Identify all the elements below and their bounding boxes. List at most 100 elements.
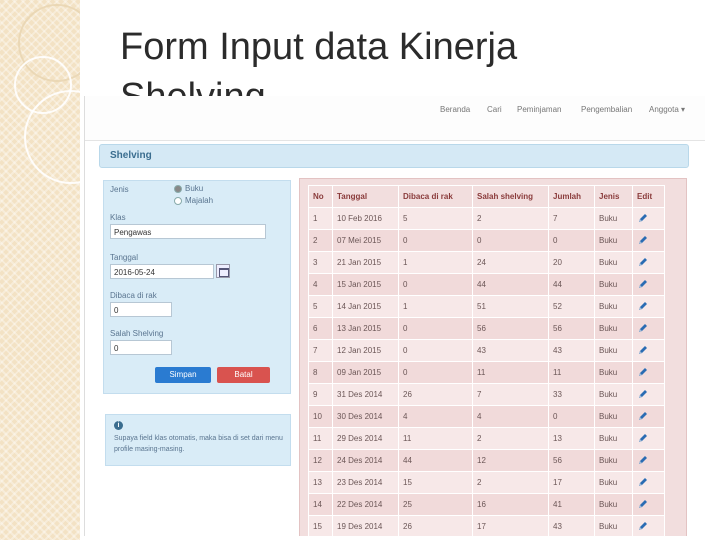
- table-cell: 15: [398, 471, 473, 494]
- table-cell: 9: [308, 383, 333, 406]
- table-cell: 0: [398, 229, 473, 252]
- table-row: 2 07 Mei 2015 0 0 0 Buku: [308, 229, 665, 252]
- edit-icon[interactable]: [637, 366, 649, 378]
- table-cell: 26: [398, 515, 473, 536]
- table-cell: 44: [472, 273, 549, 296]
- nav-cari[interactable]: Cari: [487, 105, 502, 114]
- table-row: 9 31 Des 2014 26 7 33 Buku: [308, 383, 665, 406]
- table-cell: 17: [472, 515, 549, 536]
- table-cell: 09 Jan 2015: [332, 361, 399, 384]
- edit-icon[interactable]: [637, 344, 649, 356]
- table-cell: 2: [472, 471, 549, 494]
- table-header-row: No Tanggal Dibaca di rak Salah shelving Juml…: [308, 185, 665, 208]
- tanggal-input[interactable]: 2016-05-24: [110, 264, 214, 279]
- edit-icon[interactable]: [637, 322, 649, 334]
- edit-icon[interactable]: [637, 410, 649, 422]
- table-cell: 31 Des 2014: [332, 383, 399, 406]
- table-cell: 33: [548, 383, 595, 406]
- edit-cell: [632, 493, 665, 516]
- nav-anggota[interactable]: Anggota ▾: [649, 105, 685, 114]
- table-cell: Buku: [594, 251, 633, 274]
- edit-icon[interactable]: [637, 498, 649, 510]
- table-cell: 13: [548, 427, 595, 450]
- table-cell: 7: [472, 383, 549, 406]
- table-row: 4 15 Jan 2015 0 44 44 Buku: [308, 273, 665, 296]
- table-cell: 41: [548, 493, 595, 516]
- table-cell: 25: [398, 493, 473, 516]
- table-cell: 20: [548, 251, 595, 274]
- salah-shelving-input[interactable]: 0: [110, 340, 172, 355]
- input-form: Jenis Buku Majalah Klas Pengawas Tanggal…: [103, 180, 291, 394]
- table-row: 8 09 Jan 2015 0 11 11 Buku: [308, 361, 665, 384]
- jenis-label: Jenis: [110, 185, 129, 194]
- edit-cell: [632, 405, 665, 428]
- slide-decoration-bar: [0, 0, 118, 540]
- edit-icon[interactable]: [637, 476, 649, 488]
- edit-icon[interactable]: [637, 234, 649, 246]
- table-cell: 13 Jan 2015: [332, 317, 399, 340]
- top-navbar: Beranda Cari Peminjaman Pengembalian Ang…: [85, 96, 705, 141]
- radio-majalah[interactable]: Majalah: [174, 196, 213, 205]
- table-cell: 8: [308, 361, 333, 384]
- app-screenshot: Beranda Cari Peminjaman Pengembalian Ang…: [84, 96, 705, 536]
- edit-icon[interactable]: [637, 212, 649, 224]
- table-cell: Buku: [594, 405, 633, 428]
- table-cell: 19 Des 2014: [332, 515, 399, 536]
- table-cell: 16: [472, 493, 549, 516]
- table-cell: 43: [548, 515, 595, 536]
- edit-cell: [632, 471, 665, 494]
- edit-icon[interactable]: [637, 278, 649, 290]
- table-cell: 0: [548, 229, 595, 252]
- edit-cell: [632, 229, 665, 252]
- dibaca-label: Dibaca di rak: [110, 291, 157, 300]
- nav-pengembalian[interactable]: Pengembalian: [581, 105, 632, 114]
- save-button[interactable]: Simpan: [155, 367, 211, 383]
- edit-icon[interactable]: [637, 388, 649, 400]
- table-cell: 6: [308, 317, 333, 340]
- edit-cell: [632, 339, 665, 362]
- info-icon: i: [114, 421, 123, 430]
- shelving-table-panel: No Tanggal Dibaca di rak Salah shelving Juml…: [299, 178, 687, 536]
- table-row: 3 21 Jan 2015 1 24 20 Buku: [308, 251, 665, 274]
- edit-cell: [632, 273, 665, 296]
- salah-shelving-label: Salah Shelving: [110, 329, 164, 338]
- info-text: Supaya field klas otomatis, maka bisa di…: [114, 435, 283, 453]
- table-cell: 12: [472, 449, 549, 472]
- table-cell: Buku: [594, 317, 633, 340]
- table-cell: Buku: [594, 295, 633, 318]
- column-header: Dibaca di rak: [398, 185, 473, 208]
- edit-icon[interactable]: [637, 454, 649, 466]
- cancel-button[interactable]: Batal: [217, 367, 270, 383]
- table-cell: Buku: [594, 515, 633, 536]
- dibaca-input[interactable]: 0: [110, 302, 172, 317]
- table-cell: 10 Feb 2016: [332, 207, 399, 230]
- edit-icon[interactable]: [637, 432, 649, 444]
- table-row: 1 10 Feb 2016 5 2 7 Buku: [308, 207, 665, 230]
- column-header: Tanggal: [332, 185, 399, 208]
- table-cell: Buku: [594, 229, 633, 252]
- table-row: 12 24 Des 2014 44 12 56 Buku: [308, 449, 665, 472]
- radio-buku[interactable]: Buku: [174, 184, 203, 193]
- table-cell: Buku: [594, 361, 633, 384]
- edit-icon[interactable]: [637, 300, 649, 312]
- table-row: 6 13 Jan 2015 0 56 56 Buku: [308, 317, 665, 340]
- table-cell: 7: [548, 207, 595, 230]
- table-cell: 0: [398, 273, 473, 296]
- table-cell: 14: [308, 493, 333, 516]
- edit-icon[interactable]: [637, 520, 649, 532]
- nav-beranda[interactable]: Beranda: [440, 105, 470, 114]
- table-cell: 2: [472, 207, 549, 230]
- table-cell: 29 Des 2014: [332, 427, 399, 450]
- table-cell: 23 Des 2014: [332, 471, 399, 494]
- edit-icon[interactable]: [637, 256, 649, 268]
- klas-input[interactable]: Pengawas: [110, 224, 266, 239]
- table-cell: 14 Jan 2015: [332, 295, 399, 318]
- table-cell: 10: [308, 405, 333, 428]
- table-row: 13 23 Des 2014 15 2 17 Buku: [308, 471, 665, 494]
- calendar-icon[interactable]: [216, 264, 230, 278]
- radio-unchecked-icon[interactable]: [174, 196, 182, 205]
- table-cell: 12: [308, 449, 333, 472]
- table-cell: 56: [472, 317, 549, 340]
- nav-peminjaman[interactable]: Peminjaman: [517, 105, 561, 114]
- radio-checked-icon[interactable]: [174, 184, 182, 193]
